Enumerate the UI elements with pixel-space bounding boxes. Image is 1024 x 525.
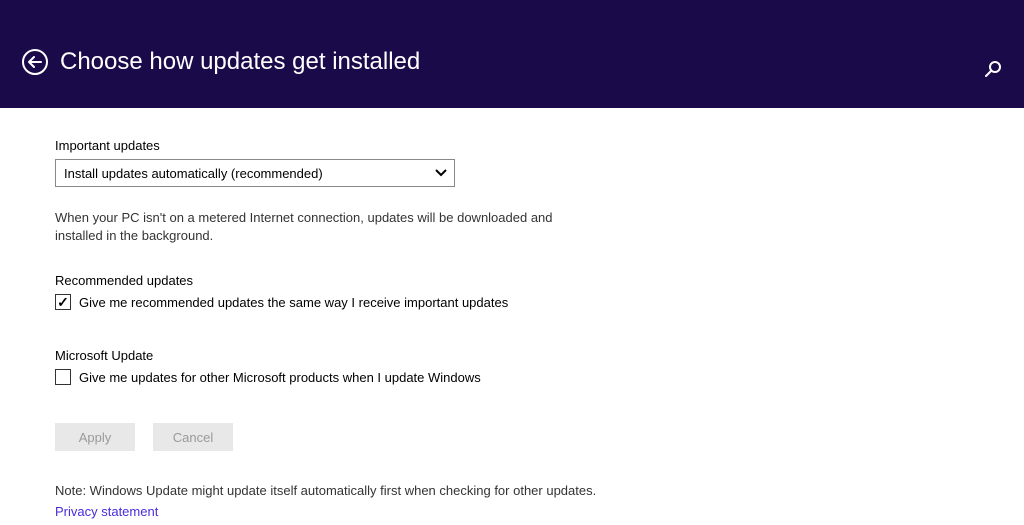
important-updates-label: Important updates (55, 138, 1024, 153)
privacy-link[interactable]: Privacy statement (55, 504, 1024, 519)
recommended-updates-label: Recommended updates (55, 273, 1024, 288)
back-button[interactable] (22, 49, 48, 75)
recommended-updates-group: Recommended updates Give me recommended … (55, 273, 1024, 310)
apply-button[interactable]: Apply (55, 423, 135, 451)
cancel-button[interactable]: Cancel (153, 423, 233, 451)
content-area: Important updates Install updates automa… (0, 108, 1024, 519)
microsoft-update-group: Microsoft Update Give me updates for oth… (55, 348, 1024, 385)
button-row: Apply Cancel (55, 423, 1024, 451)
footer-note: Note: Windows Update might update itself… (55, 483, 1024, 498)
important-updates-select[interactable]: Install updates automatically (recommend… (55, 159, 455, 187)
microsoft-update-checkbox[interactable] (55, 369, 71, 385)
select-value: Install updates automatically (recommend… (64, 166, 323, 181)
page-title: Choose how updates get installed (60, 48, 420, 76)
header-bar: Choose how updates get installed (0, 0, 1024, 108)
arrow-left-icon (28, 56, 42, 68)
microsoft-update-label: Microsoft Update (55, 348, 1024, 363)
search-icon[interactable] (984, 60, 1002, 83)
recommended-updates-checkbox-label: Give me recommended updates the same way… (79, 295, 508, 310)
recommended-updates-checkbox[interactable] (55, 294, 71, 310)
important-updates-description: When your PC isn't on a metered Internet… (55, 209, 585, 245)
microsoft-update-checkbox-label: Give me updates for other Microsoft prod… (79, 370, 481, 385)
